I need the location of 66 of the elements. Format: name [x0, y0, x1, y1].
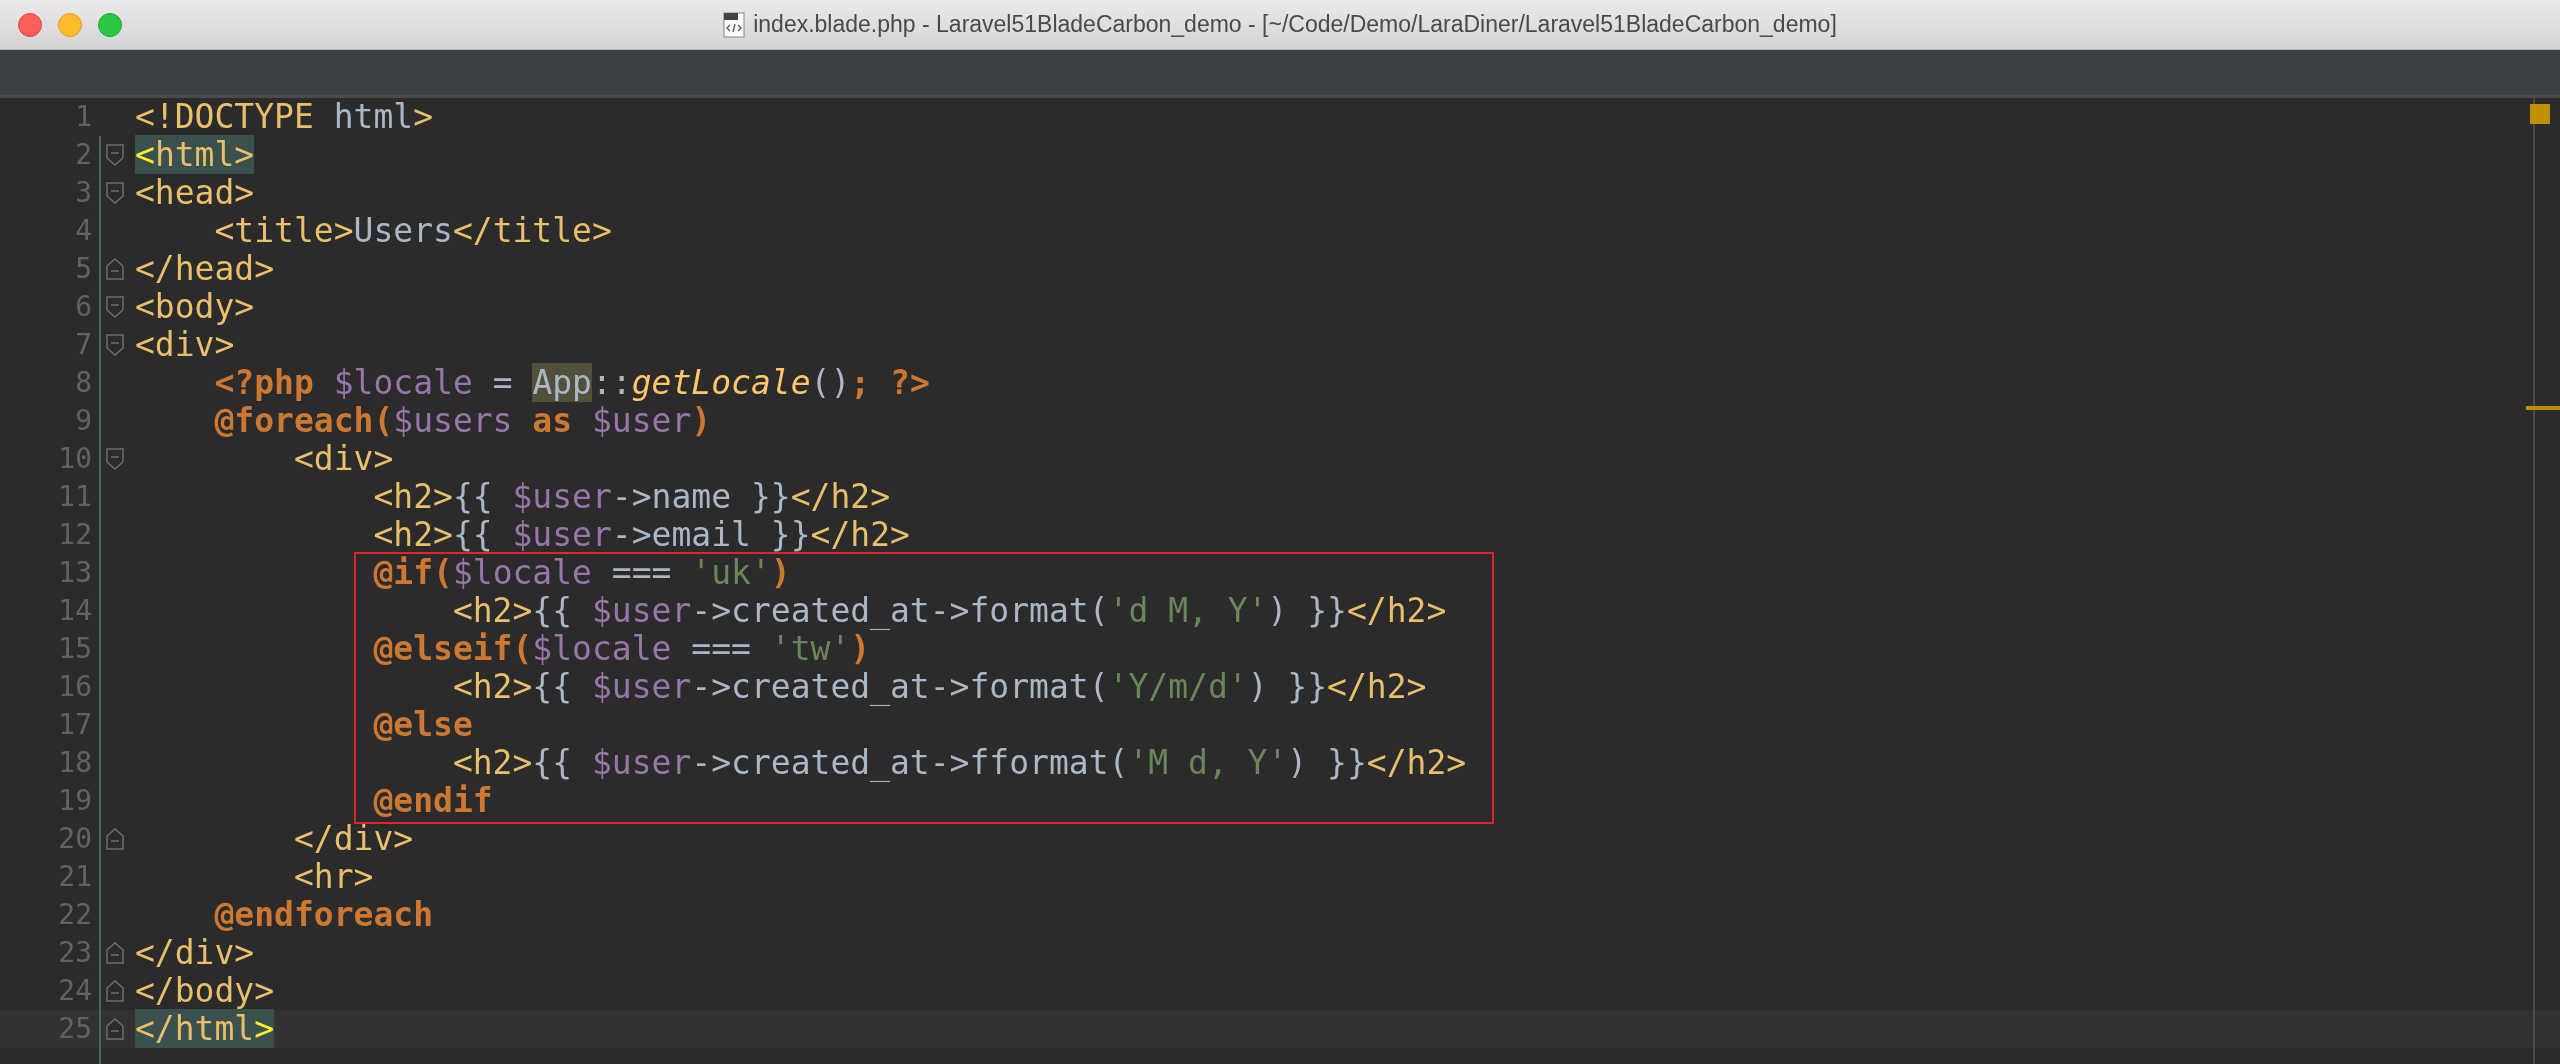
line-number: 8: [74, 365, 92, 401]
line-number: 18: [57, 745, 92, 781]
fold-marker-icon[interactable]: [106, 448, 124, 470]
line-number: 15: [57, 631, 92, 667]
code-line: </div>: [292, 820, 414, 858]
code-line: </div>: [135, 934, 255, 972]
code-line: <!DOCTYPE html>: [135, 98, 434, 136]
fold-marker-icon[interactable]: [106, 334, 124, 356]
code-line: </html>: [135, 1010, 275, 1048]
code-line: </head>: [135, 250, 275, 288]
code-line: <h2>{{ $user->created_at->format('d M, Y') }}</h2>: [451, 592, 1447, 630]
code-line: <?php $locale = App::getLocale(); ?>: [213, 364, 930, 402]
code-line: <div>: [135, 326, 235, 364]
line-number: 12: [57, 517, 92, 553]
code-line: <h2>{{ $user->created_at->format('Y/m/d') }}</h2>: [451, 668, 1427, 706]
close-window-icon[interactable]: [18, 13, 42, 37]
code-line: @else: [372, 706, 473, 744]
line-number: 1: [74, 99, 92, 135]
line-number: 2: [74, 137, 92, 173]
fold-marker-icon[interactable]: [106, 942, 124, 964]
maximize-window-icon[interactable]: [98, 13, 122, 37]
line-number: 24: [57, 973, 92, 1009]
line-number: 21: [57, 859, 92, 895]
code-line: <head>: [135, 174, 255, 212]
fold-marker-icon[interactable]: [106, 144, 124, 166]
code-line: @elseif($locale === 'tw'): [372, 630, 871, 668]
line-number: 5: [74, 251, 92, 287]
warning-marker-icon: [2530, 104, 2550, 124]
code-line: <html>: [135, 136, 255, 174]
code-line: <h2>{{ $user->created_at->fformat('M d, Y') }}</h2>: [451, 744, 1467, 782]
error-stripe-marker: [2526, 406, 2560, 410]
fold-marker-icon[interactable]: [106, 258, 124, 280]
code-line: <body>: [135, 288, 255, 326]
line-number: 6: [74, 289, 92, 325]
line-number: 20: [57, 821, 92, 857]
line-number: 22: [57, 897, 92, 933]
fold-marker-icon[interactable]: [106, 828, 124, 850]
fold-marker-icon[interactable]: [106, 1018, 124, 1040]
line-number: 19: [57, 783, 92, 819]
line-number: 4: [74, 213, 92, 249]
fold-marker-icon[interactable]: [106, 296, 124, 318]
code-line: <hr>: [292, 858, 374, 896]
php-file-icon: [723, 11, 746, 38]
line-number: 10: [57, 441, 92, 477]
line-number: 3: [74, 175, 92, 211]
line-number: 16: [57, 669, 92, 705]
code-line: <title>Users</title>: [213, 212, 612, 250]
code-line: @endif: [372, 782, 493, 820]
code-line: <h2>{{ $user->name }}</h2>: [372, 478, 890, 516]
code-line: @if($locale === 'uk'): [372, 554, 791, 592]
code-line: <div>: [292, 440, 394, 478]
line-number: 17: [57, 707, 92, 743]
line-number: 14: [57, 593, 92, 629]
code-line: @endforeach: [213, 896, 433, 934]
minimize-window-icon[interactable]: [58, 13, 82, 37]
code-line: </body>: [135, 972, 275, 1010]
line-number: 9: [74, 403, 92, 439]
fold-marker-icon[interactable]: [106, 182, 124, 204]
line-number: 23: [57, 935, 92, 971]
code-line: <h2>{{ $user->email }}</h2>: [372, 516, 910, 554]
code-line: @foreach($users as $user): [213, 402, 712, 440]
line-number: 13: [57, 555, 92, 591]
window-title: index.blade.php - Laravel51BladeCarbon_demo - [~/Code/Demo/LaraDiner/Laravel51BladeCarbon_demo]: [753, 10, 1837, 40]
fold-marker-icon[interactable]: [106, 980, 124, 1002]
line-number: 7: [74, 327, 92, 363]
line-number: 11: [57, 479, 92, 515]
